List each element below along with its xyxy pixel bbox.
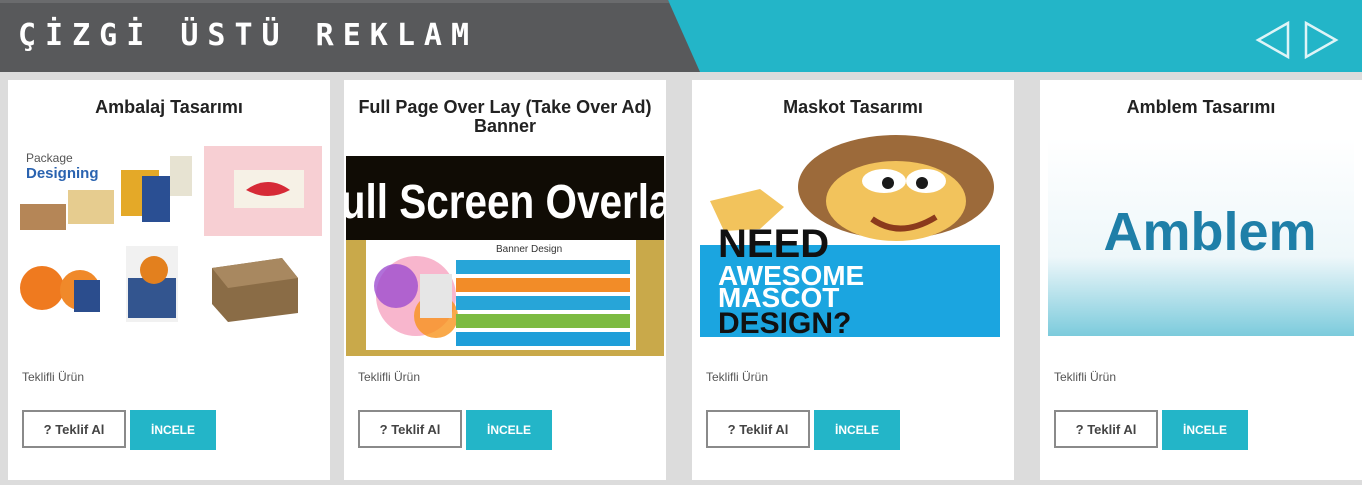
product-image[interactable]: Package Designing bbox=[16, 138, 322, 338]
product-card[interactable]: Amblem Tasarımı Amblem Teklifli Ürün ? T… bbox=[1040, 80, 1362, 480]
image-text: Amblem bbox=[1103, 202, 1316, 262]
header-title-panel: ÇİZGİ ÜSTÜ REKLAM bbox=[0, 0, 700, 72]
product-title[interactable]: Maskot Tasarımı bbox=[692, 98, 1014, 117]
image-text: Full Screen Overlay bbox=[346, 176, 664, 229]
product-title[interactable]: Full Page Over Lay (Take Over Ad) Banner bbox=[344, 98, 666, 136]
product-image[interactable]: Full Screen Overlay Banner Design bbox=[316, 156, 694, 356]
request-quote-button[interactable]: ? Teklif Al bbox=[1054, 410, 1158, 448]
request-quote-button[interactable]: ? Teklif Al bbox=[22, 410, 126, 448]
product-card[interactable]: Maskot Tasarımı NEED AWESOME MASCOT DESI… bbox=[692, 80, 1014, 480]
request-quote-button[interactable]: ? Teklif Al bbox=[358, 410, 462, 448]
inspect-button[interactable]: İNCELE bbox=[130, 410, 216, 450]
product-card[interactable]: Full Page Over Lay (Take Over Ad) Banner… bbox=[316, 80, 694, 480]
product-label: Teklifli Ürün bbox=[1054, 370, 1117, 384]
product-label: Teklifli Ürün bbox=[358, 370, 421, 384]
product-title[interactable]: Amblem Tasarımı bbox=[1040, 98, 1362, 117]
image-text: DESIGN? bbox=[718, 307, 851, 337]
inspect-button[interactable]: İNCELE bbox=[814, 410, 900, 450]
chevron-left-icon[interactable] bbox=[1254, 20, 1292, 60]
product-label: Teklifli Ürün bbox=[22, 370, 85, 384]
chevron-right-icon[interactable] bbox=[1302, 20, 1340, 60]
image-text: Banner Design bbox=[496, 244, 562, 255]
product-image[interactable]: Amblem bbox=[1048, 138, 1354, 338]
image-text: Package bbox=[26, 151, 73, 165]
header-bar: ÇİZGİ ÜSTÜ REKLAM bbox=[0, 0, 1362, 72]
section-title: ÇİZGİ ÜSTÜ REKLAM bbox=[18, 18, 479, 53]
product-label: Teklifli Ürün bbox=[706, 370, 769, 384]
request-quote-button[interactable]: ? Teklif Al bbox=[706, 410, 810, 448]
inspect-button[interactable]: İNCELE bbox=[1162, 410, 1248, 450]
product-image[interactable]: NEED AWESOME MASCOT DESIGN? bbox=[700, 135, 1006, 340]
product-title[interactable]: Ambalaj Tasarımı bbox=[8, 98, 330, 117]
inspect-button[interactable]: İNCELE bbox=[466, 410, 552, 450]
image-text: Designing bbox=[26, 165, 99, 182]
product-card[interactable]: Ambalaj Tasarımı Package Designing Tekli… bbox=[8, 80, 330, 480]
